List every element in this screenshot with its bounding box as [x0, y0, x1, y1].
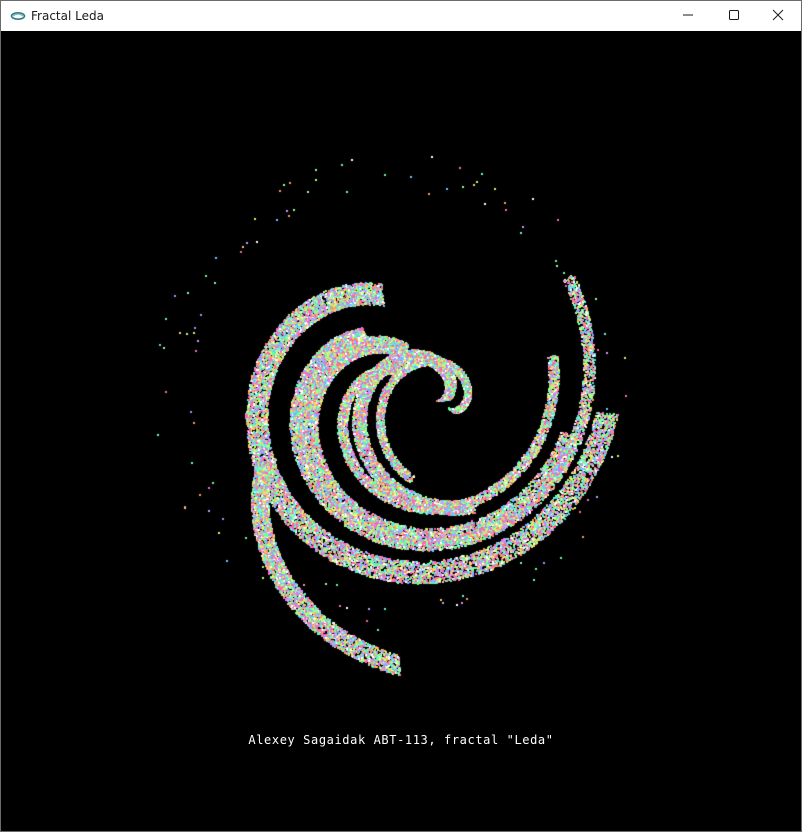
maximize-button[interactable]	[711, 1, 757, 31]
title-bar[interactable]: Fractal Leda	[1, 1, 801, 31]
minimize-button[interactable]	[665, 1, 711, 31]
window-title: Fractal Leda	[31, 9, 104, 23]
app-window: Fractal Leda Alexey Sagaidak ABT-113, fr…	[0, 0, 802, 832]
author-caption: Alexey Sagaidak ABT-113, fractal "Leda"	[248, 733, 554, 747]
close-icon	[772, 9, 784, 24]
fractal-canvas-area: Alexey Sagaidak ABT-113, fractal "Leda"	[1, 31, 801, 831]
maximize-icon	[728, 9, 740, 24]
fractal-canvas	[1, 31, 801, 831]
close-button[interactable]	[755, 1, 801, 31]
minimize-icon	[682, 9, 694, 24]
app-logo-icon	[10, 8, 26, 24]
